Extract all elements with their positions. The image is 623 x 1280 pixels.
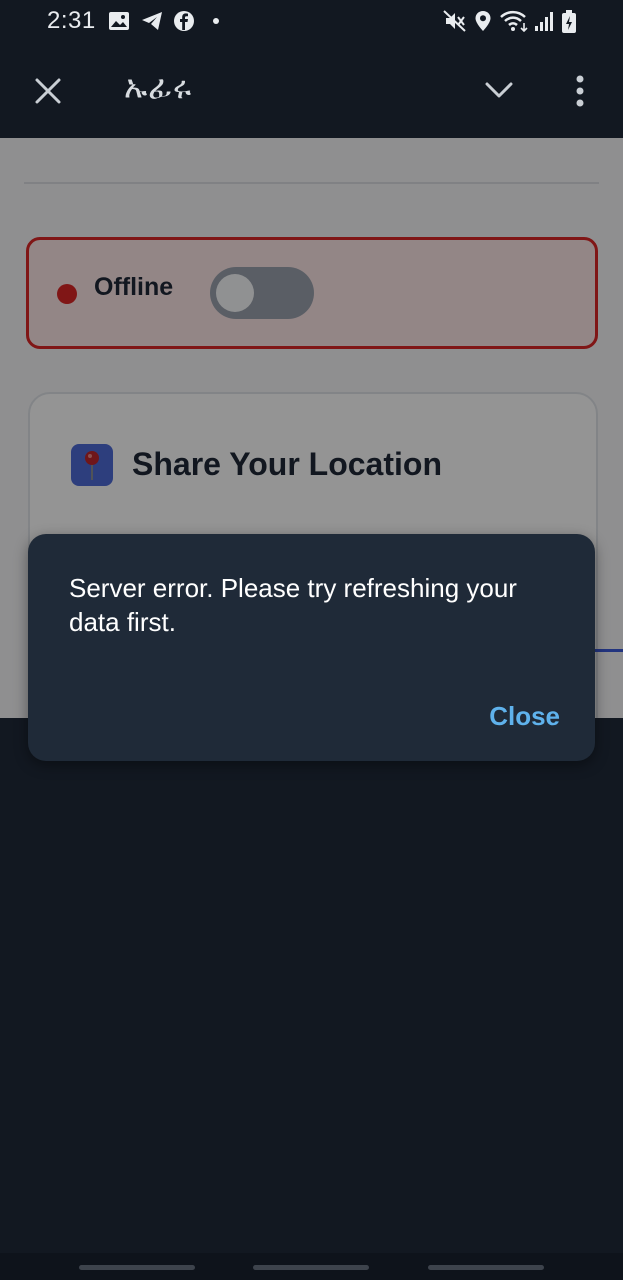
location-icon xyxy=(475,11,491,31)
error-message: Server error. Please try refreshing your… xyxy=(69,573,517,637)
gallery-icon xyxy=(109,12,129,30)
wifi-icon xyxy=(500,10,528,32)
app-bar: ኡፊሩ xyxy=(0,44,623,138)
nav-recents-button[interactable] xyxy=(79,1265,195,1270)
system-nav-bar xyxy=(0,1253,623,1280)
status-bar: 2:31 xyxy=(0,0,623,44)
nav-home-button[interactable] xyxy=(253,1265,369,1270)
more-vert-icon[interactable] xyxy=(574,74,586,108)
status-time: 2:31 xyxy=(47,7,96,34)
chevron-down-icon[interactable] xyxy=(484,80,514,100)
app-title: ኡፊሩ xyxy=(124,68,193,106)
telegram-icon xyxy=(142,12,162,30)
error-dialog: Server error. Please try refreshing your… xyxy=(28,534,595,761)
dot-icon xyxy=(213,18,219,24)
close-button[interactable]: Close xyxy=(489,701,560,732)
mute-icon xyxy=(443,10,466,32)
nav-back-button[interactable] xyxy=(428,1265,544,1270)
facebook-icon xyxy=(174,11,194,31)
battery-icon xyxy=(562,10,576,33)
signal-icon xyxy=(535,12,553,31)
close-icon[interactable] xyxy=(34,77,62,105)
